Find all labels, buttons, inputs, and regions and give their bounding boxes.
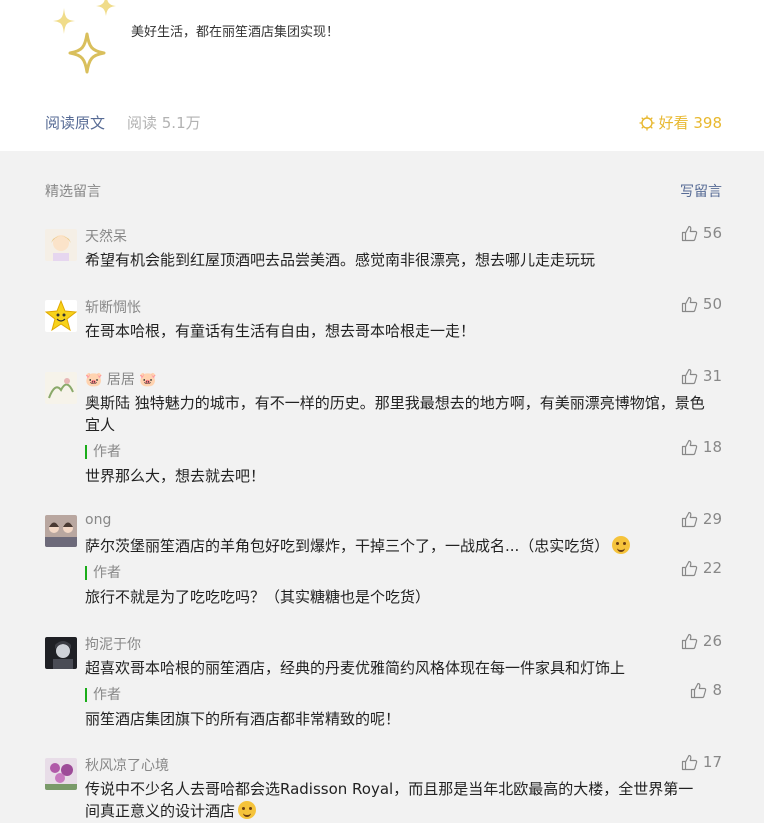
comment-text: 奥斯陆 独特魅力的城市，有不一样的历史。那里我最想去的地方啊，有美丽漂亮博物馆，… bbox=[85, 394, 705, 434]
comment-like-count: 56 bbox=[702, 224, 722, 242]
reply-like-button[interactable]: 8 bbox=[690, 681, 722, 699]
article-footer: 美好生活，都在丽笙酒店集团实现！ 阅读原文 阅读 5.1万 好看 398 bbox=[0, 0, 764, 151]
sparkle-icon bbox=[68, 32, 106, 74]
comment-like-button[interactable]: 17 bbox=[681, 753, 722, 771]
avatar[interactable] bbox=[45, 300, 77, 332]
author-reply-tag: 作者 bbox=[85, 566, 121, 580]
thumbs-up-icon bbox=[681, 633, 698, 649]
comment-like-button[interactable]: 26 bbox=[681, 632, 722, 650]
comment-nickname: 拘泥于你 bbox=[85, 637, 141, 653]
like-button[interactable]: 好看 398 bbox=[639, 112, 722, 133]
author-reply-tag: 作者 bbox=[85, 445, 121, 459]
reply-like-count: 18 bbox=[702, 438, 722, 456]
comment-nickname: 天然呆 bbox=[85, 229, 127, 245]
comment-like-button[interactable]: 56 bbox=[681, 224, 722, 242]
comment-nickname: ong bbox=[85, 512, 112, 528]
avatar[interactable] bbox=[45, 515, 77, 547]
read-count: 阅读 5.1万 bbox=[127, 114, 201, 132]
author-reply-tag: 作者 bbox=[85, 688, 121, 702]
wow-icon bbox=[238, 801, 257, 819]
thumbs-up-icon bbox=[681, 296, 698, 312]
avatar[interactable] bbox=[45, 637, 77, 669]
reply-like-button[interactable]: 22 bbox=[681, 559, 722, 577]
comment-like-count: 31 bbox=[702, 367, 722, 385]
thumbs-up-icon bbox=[681, 754, 698, 770]
sparkle-icon bbox=[53, 8, 75, 34]
comments-title: 精选留言 bbox=[45, 184, 101, 200]
reply-like-button[interactable]: 18 bbox=[681, 438, 722, 456]
comment-nickname: 🐷 居居 🐷 bbox=[85, 372, 157, 388]
thumbs-up-icon bbox=[681, 511, 698, 527]
comment-like-count: 50 bbox=[702, 295, 722, 313]
comment-text: 希望有机会能到红屋顶酒吧去品尝美酒。感觉南非很漂亮，想去哪儿走走玩玩 bbox=[85, 251, 596, 269]
slogan-text: 美好生活，都在丽笙酒店集团实现！ bbox=[131, 25, 340, 40]
read-original-link[interactable]: 阅读原文 bbox=[45, 112, 105, 133]
like-count: 好看 398 bbox=[658, 114, 722, 132]
reply-text: 丽笙酒店集团旗下的所有酒店都非常精致的呢！ bbox=[85, 710, 401, 728]
comment-text: 在哥本哈根，有童话有生活有自由，想去哥本哈根走一走！ bbox=[85, 322, 476, 340]
write-comment-button[interactable]: 写留言 bbox=[680, 181, 722, 201]
thumbs-up-icon bbox=[681, 368, 698, 384]
thumbs-up-icon bbox=[691, 682, 707, 698]
avatar[interactable] bbox=[45, 372, 77, 404]
laughing-emoji-icon bbox=[612, 536, 631, 554]
thumbs-up-icon bbox=[681, 560, 698, 576]
avatar[interactable] bbox=[45, 758, 77, 790]
read-bar: 阅读原文 阅读 5.1万 好看 398 bbox=[0, 104, 764, 140]
comment-like-count: 26 bbox=[702, 632, 722, 650]
comment-nickname: 斩断惆怅 bbox=[85, 300, 141, 316]
comment-text: 萨尔茨堡丽笙酒店的羊角包好吃到爆炸，干掉三个了，一战成名...（忠实吃货） bbox=[85, 535, 705, 557]
comment-like-count: 29 bbox=[702, 510, 722, 528]
pig-face-icon: 🐷 bbox=[139, 372, 157, 388]
comment-text: 传说中不少名人去哥哈都会选Radisson Royal，而且那是当年北欧最高的大… bbox=[85, 780, 694, 820]
reply-like-count: 8 bbox=[712, 681, 722, 699]
sparkle-icon bbox=[96, 0, 116, 16]
comment-nickname: 秋风凉了心境 bbox=[85, 758, 169, 774]
thumbs-up-icon bbox=[681, 439, 698, 455]
reply-text: 旅行不就是为了吃吃吃吗？（其实糖糖也是个吃货） bbox=[85, 588, 431, 606]
comment-like-button[interactable]: 50 bbox=[681, 295, 722, 313]
comment-like-count: 17 bbox=[702, 753, 722, 771]
comment-like-button[interactable]: 29 bbox=[681, 510, 722, 528]
reply-like-count: 22 bbox=[702, 559, 722, 577]
comment-text: 超喜欢哥本哈根的丽笙酒店，经典的丹麦优雅简约风格体现在每一件家具和灯饰上 bbox=[85, 659, 626, 677]
pig-face-icon: 🐷 bbox=[85, 372, 103, 388]
comments-section: 精选留言 写留言 天然呆 56 希望有机会能到红屋顶酒吧去品尝美酒。感觉南非很漂… bbox=[0, 151, 764, 823]
comment-like-button[interactable]: 31 bbox=[681, 367, 722, 385]
sparkle-badge-icon bbox=[639, 115, 655, 130]
avatar[interactable] bbox=[45, 229, 77, 261]
thumbs-up-icon bbox=[681, 225, 698, 241]
reply-text: 世界那么大，想去就去吧！ bbox=[85, 467, 266, 485]
